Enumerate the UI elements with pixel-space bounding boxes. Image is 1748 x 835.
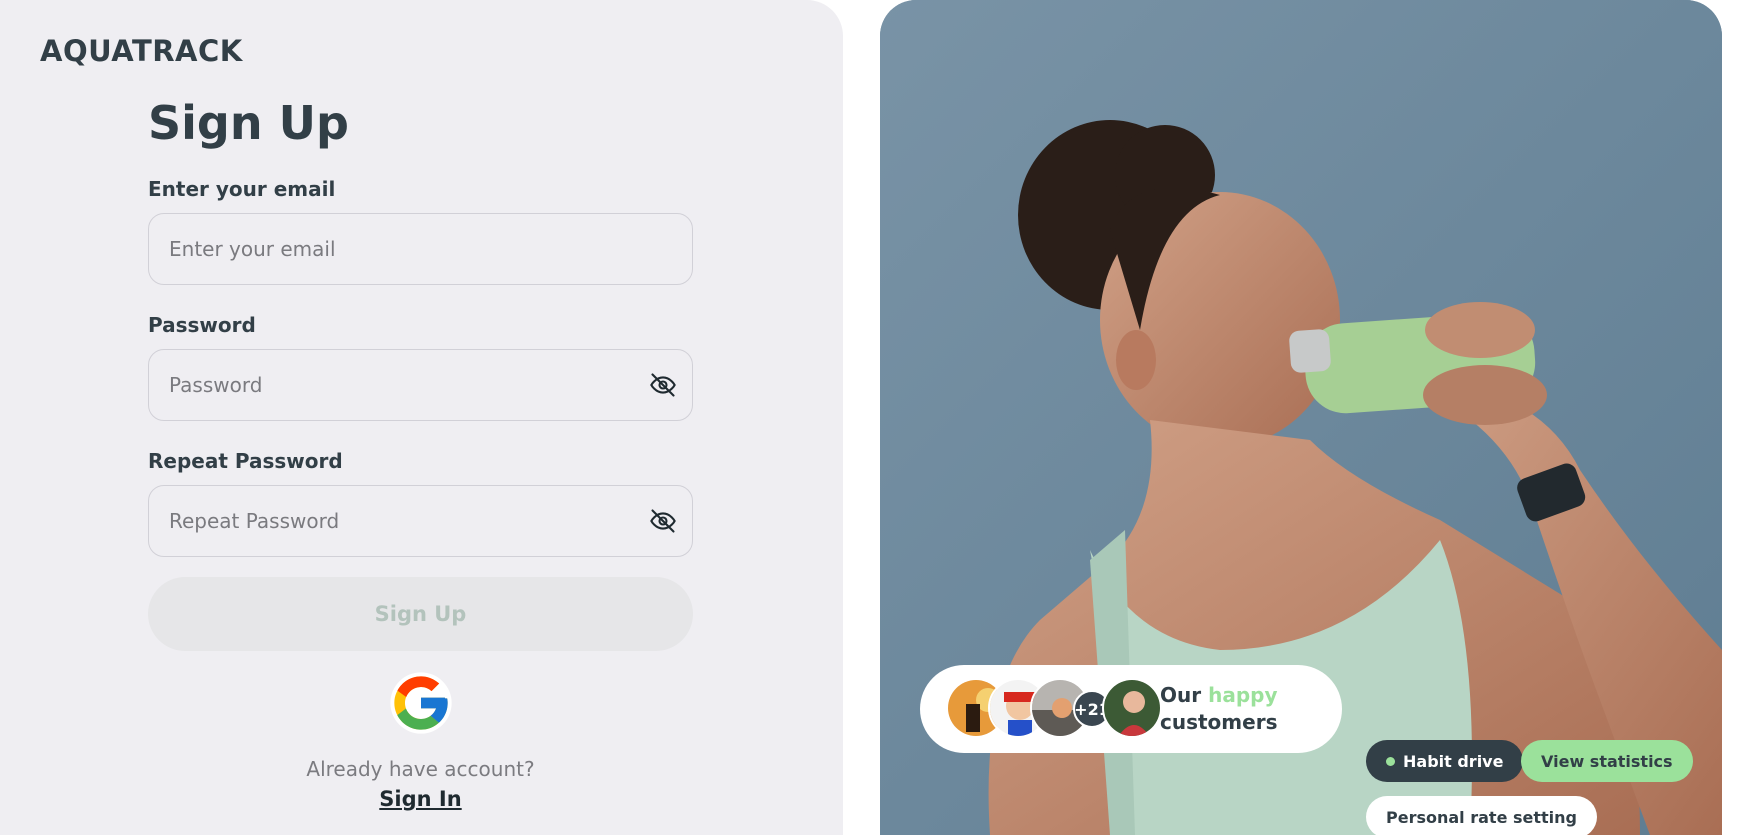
hero-panel: +21 Our happy customers Habit drive View… xyxy=(880,0,1722,835)
status-dot-icon xyxy=(1386,756,1395,766)
page: AQUATRACK Sign Up Enter your email Passw… xyxy=(0,0,1748,835)
customer-avatars: +21 xyxy=(946,678,1166,740)
happy-customers-card: +21 Our happy customers xyxy=(920,665,1342,753)
happy-customers-text: Our happy customers xyxy=(1160,682,1277,736)
repeat-password-input[interactable] xyxy=(148,484,693,557)
customers-text-suffix: customers xyxy=(1160,710,1278,734)
signup-form: Sign Up Enter your email Password Repeat… xyxy=(148,98,693,811)
repeat-password-field-wrap xyxy=(148,484,693,557)
customers-text-prefix: Our xyxy=(1160,683,1202,707)
habit-drive-badge: Habit drive xyxy=(1366,740,1524,782)
signin-link[interactable]: Sign In xyxy=(148,787,693,811)
signup-panel: AQUATRACK Sign Up Enter your email Passw… xyxy=(0,0,843,835)
eye-off-icon[interactable] xyxy=(649,507,677,535)
already-have-account-text: Already have account? xyxy=(306,756,535,781)
email-input[interactable] xyxy=(148,212,693,285)
page-title: Sign Up xyxy=(148,96,349,150)
email-label: Enter your email xyxy=(148,176,336,201)
personal-rate-setting-badge: Personal rate setting xyxy=(1366,796,1597,835)
signup-button[interactable]: Sign Up xyxy=(148,576,693,651)
password-input[interactable] xyxy=(148,348,693,421)
app-logo[interactable]: AQUATRACK xyxy=(40,34,243,68)
avatar xyxy=(1102,678,1162,738)
google-icon[interactable] xyxy=(389,671,453,735)
password-field-wrap xyxy=(148,348,693,421)
email-field-wrap xyxy=(148,212,693,285)
password-label: Password xyxy=(148,312,256,337)
customers-text-highlight: happy xyxy=(1208,683,1278,707)
habit-drive-label: Habit drive xyxy=(1403,751,1504,771)
eye-off-icon[interactable] xyxy=(649,371,677,399)
view-statistics-badge[interactable]: View statistics xyxy=(1521,740,1693,782)
repeat-password-label: Repeat Password xyxy=(148,448,343,473)
